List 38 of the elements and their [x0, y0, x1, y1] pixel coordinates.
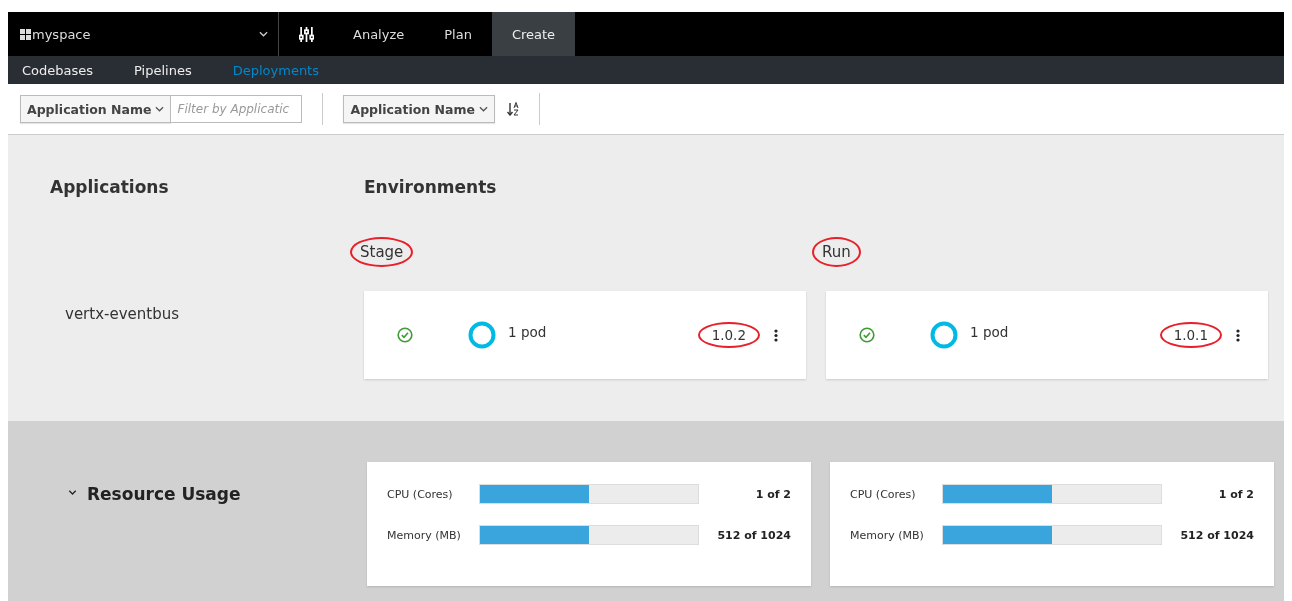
metric-label: CPU (Cores) [850, 487, 917, 501]
sliders-icon [298, 26, 314, 42]
application-name: vertx-eventbus [64, 304, 180, 325]
nav-tab[interactable]: Analyze [333, 12, 425, 56]
version-label: 1.0.1 [1159, 322, 1222, 348]
pod-ring-icon [468, 321, 496, 349]
caret-icon [155, 106, 165, 112]
kebab-menu-button[interactable] [1236, 328, 1242, 342]
sort-icon [506, 102, 519, 116]
subnav-tab[interactable]: Deployments [232, 62, 319, 78]
sort-dropdown[interactable]: Application Name [343, 95, 495, 123]
pod-count: 1 pod [970, 324, 1009, 340]
column-heading: Applications [49, 177, 170, 199]
usage-reading: 1 of 2 [755, 487, 791, 501]
grid-icon [20, 28, 31, 40]
filter-dropdown[interactable]: Application Name [20, 95, 172, 123]
usage-reading: 512 of 1024 [1180, 528, 1254, 542]
filter-field[interactable]: Filter by Applicatic [171, 95, 303, 123]
pod-ring-icon [930, 321, 958, 349]
nav-tab[interactable]: Create [491, 12, 576, 56]
version-label: 1.0.2 [697, 322, 760, 348]
sort-button[interactable] [506, 102, 519, 116]
environment-name: Stage [350, 237, 414, 267]
metric-label: CPU (Cores) [387, 487, 454, 501]
subnav-tab[interactable]: Pipelines [134, 62, 192, 78]
caret-icon [478, 106, 488, 112]
section-toggle[interactable]: Resource Usage [8, 462, 367, 526]
subnav-tab[interactable]: Codebases [22, 62, 94, 78]
caret-icon [259, 31, 268, 37]
usage-reading: 512 of 1024 [717, 528, 791, 542]
nav-tab[interactable]: Plan [424, 12, 492, 56]
pod-count: 1 pod [508, 324, 547, 340]
usage-reading: 1 of 2 [1218, 487, 1254, 501]
metric-label: Memory (MB) [387, 528, 462, 542]
environment-name: Run [812, 237, 861, 267]
kebab-menu-button[interactable] [774, 328, 780, 342]
column-heading: Environments [364, 177, 497, 199]
metric-label: Memory (MB) [850, 528, 925, 542]
